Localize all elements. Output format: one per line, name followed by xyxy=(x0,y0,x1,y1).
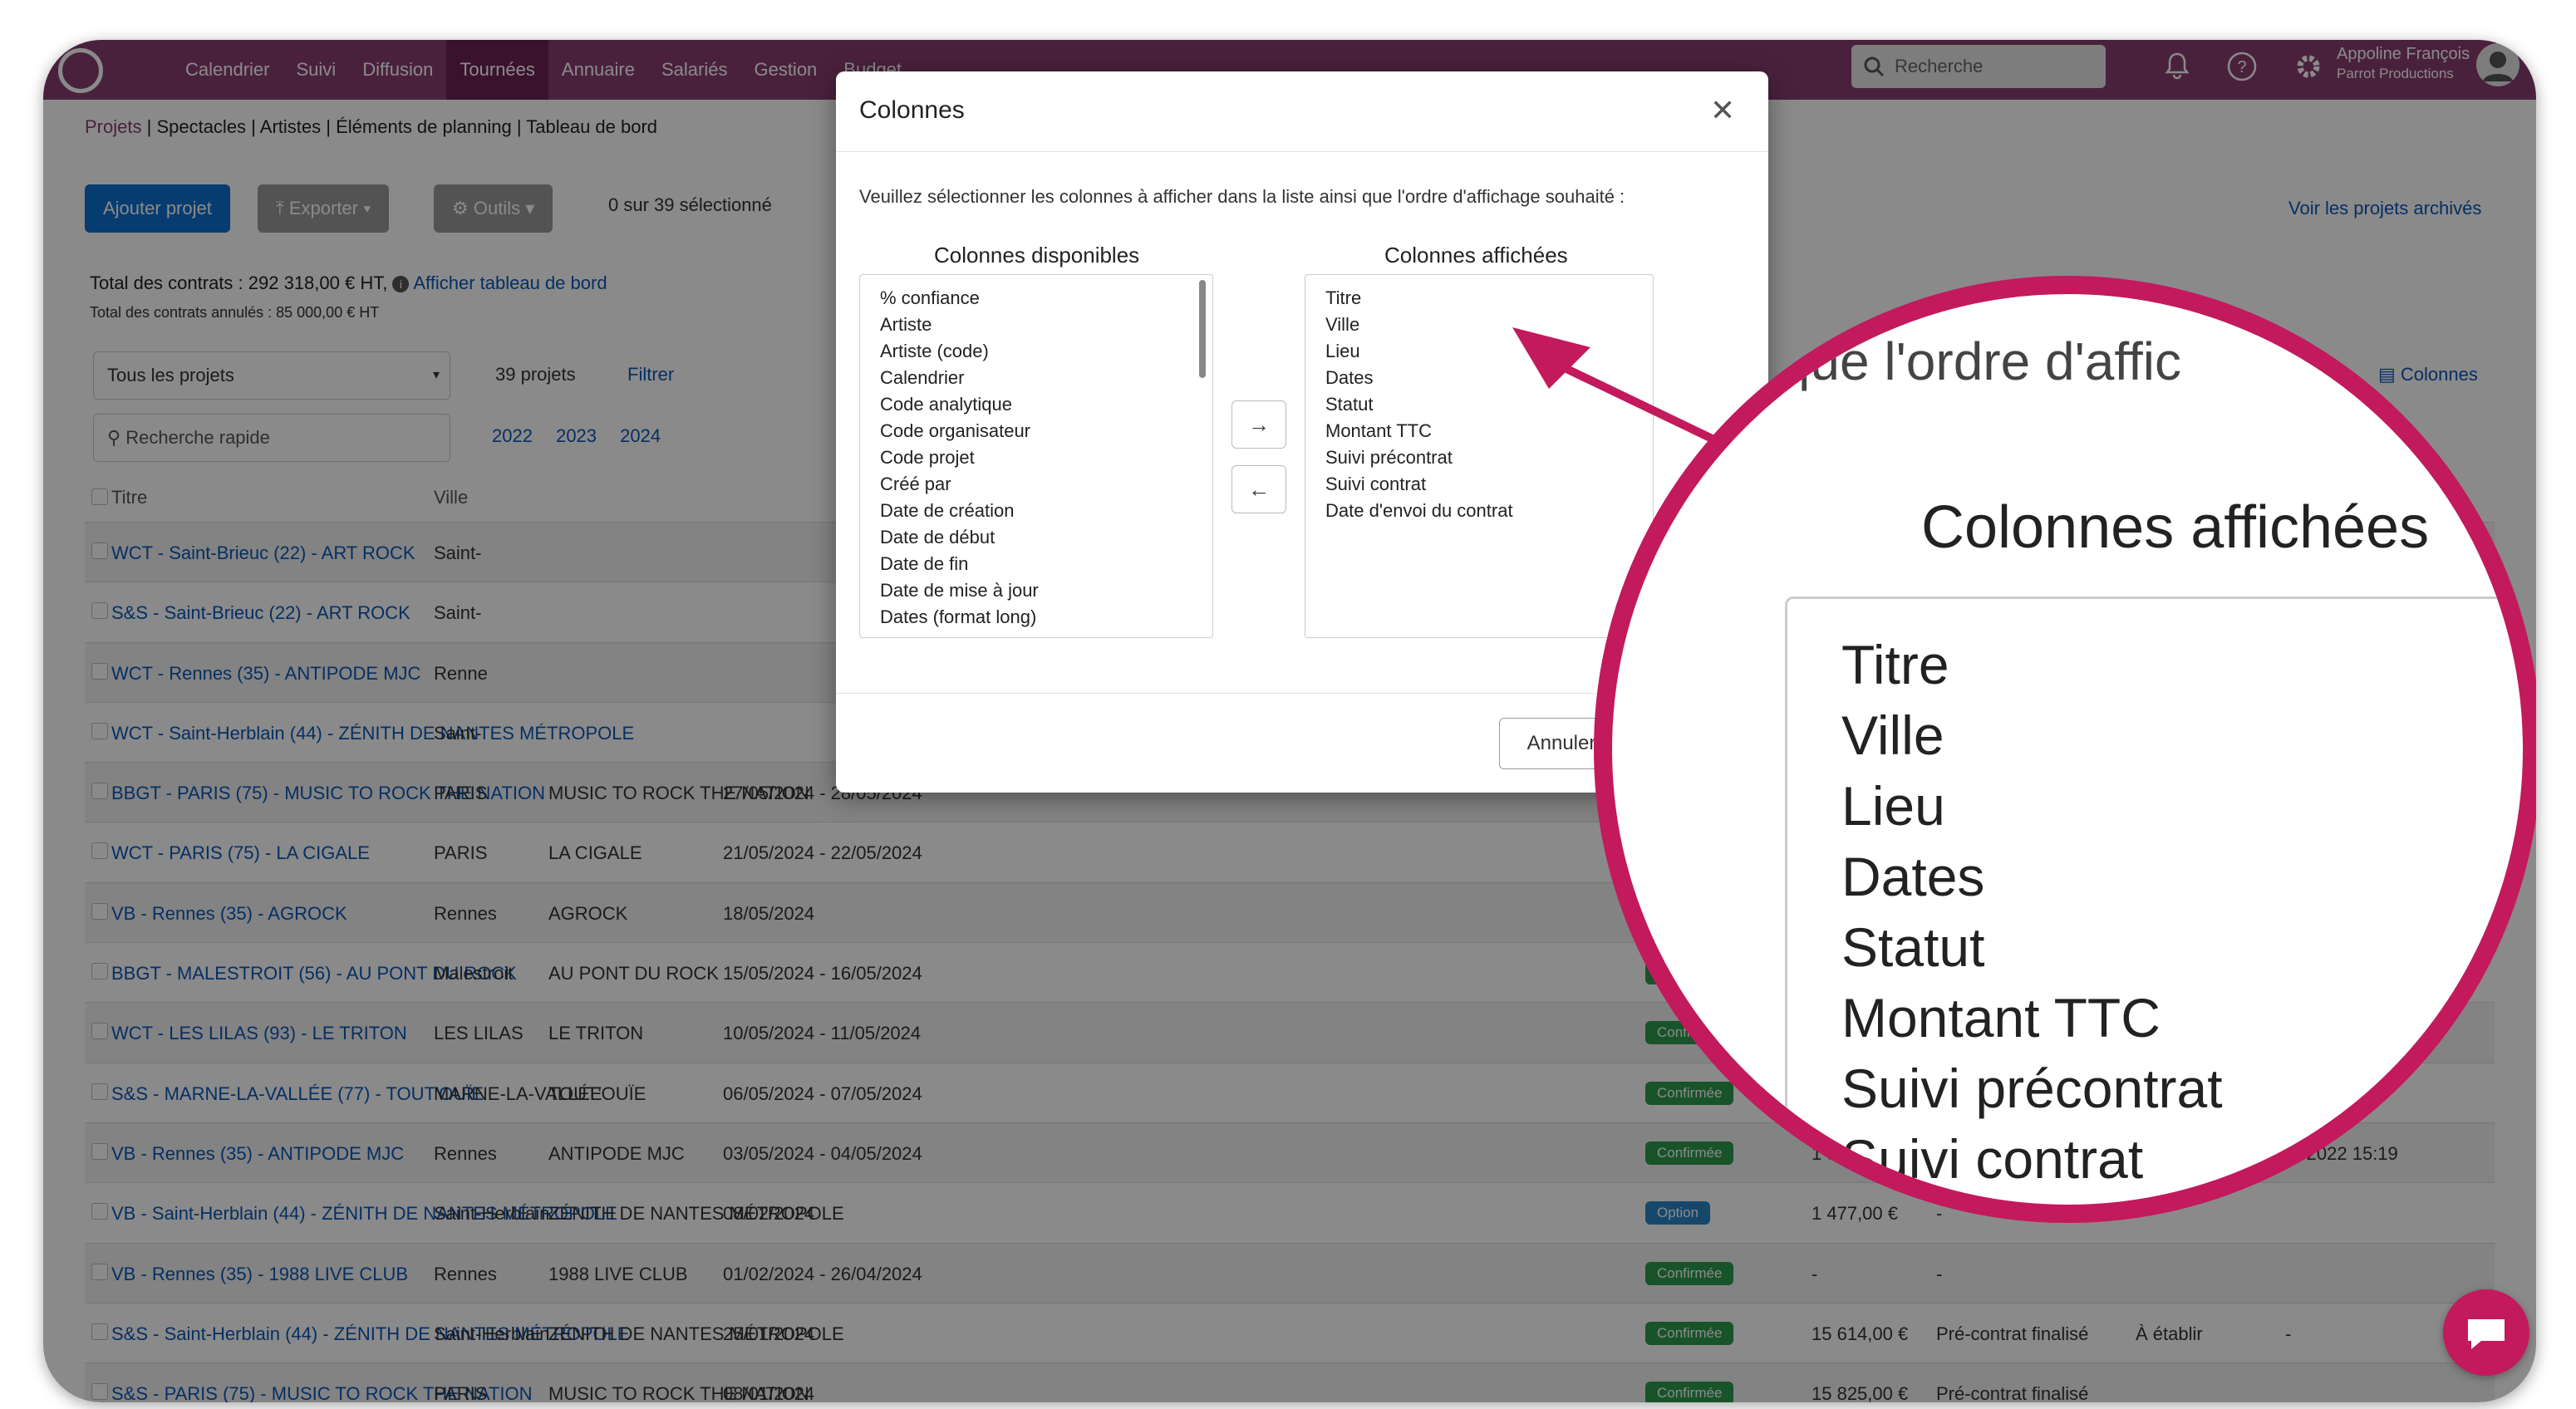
magnifier-item: Suivi contrat xyxy=(1841,1128,2144,1190)
magnifier-item: Lieu xyxy=(1841,775,1945,837)
magnifier-list: Titre Ville Lieu Dates Statut Montant TTC Suiv… xyxy=(1841,630,2404,1205)
chat-button[interactable] xyxy=(2443,1289,2529,1376)
magnifier-heading: Colonnes affichées xyxy=(1921,494,2430,561)
magnifier-item: Dates xyxy=(1841,846,1985,907)
magnifier-item: Titre xyxy=(1841,634,1949,695)
magnifier-item: Suivi précontrat xyxy=(1841,1058,2223,1119)
app-window: Calendrier Suivi Diffusion Tournées Annu… xyxy=(43,40,2536,1402)
magnifier-item: Ville xyxy=(1841,704,1944,766)
magnifier-instruction-fragment: e ainsi que l'ordre d'affic xyxy=(1612,331,2181,391)
magnifier-item: Statut xyxy=(1841,916,1985,978)
chat-icon xyxy=(2468,1319,2505,1349)
magnifier-item: Montant TTC xyxy=(1841,987,2161,1048)
zoom-magnifier: e ainsi que l'ordre d'affic Colonnes aff… xyxy=(1594,276,2536,1223)
